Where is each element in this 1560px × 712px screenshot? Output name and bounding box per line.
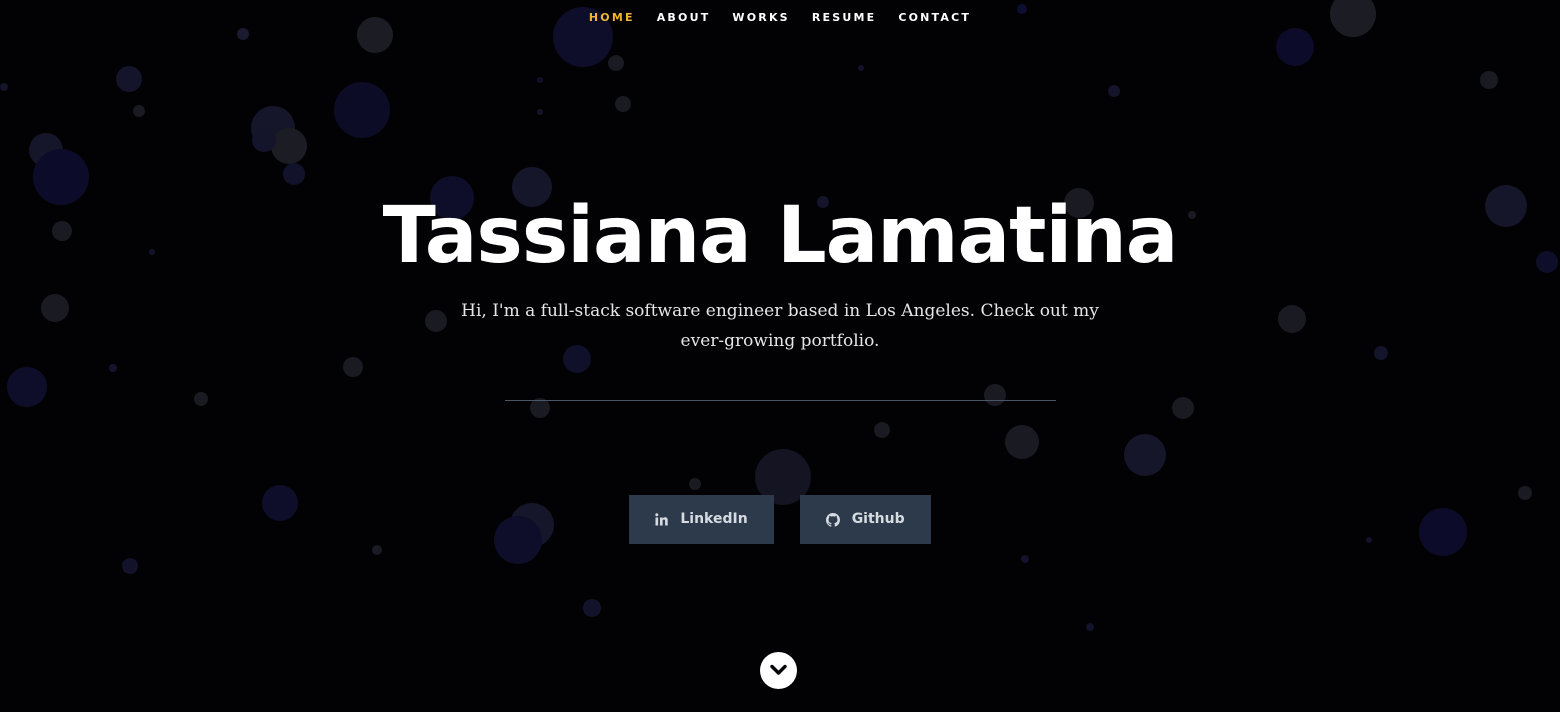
particle-dot [372, 545, 382, 555]
particle-dot [1005, 425, 1039, 459]
linkedin-label: LinkedIn [680, 511, 748, 527]
particle-dot [271, 128, 307, 164]
chevron-down-icon [770, 664, 787, 675]
particle-dot [689, 478, 701, 490]
particle-dot [122, 558, 138, 574]
github-icon [825, 495, 840, 544]
particle-dot [133, 105, 145, 117]
nav-contact[interactable]: CONTACT [898, 11, 971, 24]
particle-dot [530, 398, 550, 418]
scroll-down-button[interactable] [760, 652, 797, 689]
hero-section: Tassiana Lamatina Hi, I'm a full-stack s… [0, 190, 1560, 401]
particle-dot [608, 55, 624, 71]
main-nav: HOME ABOUT WORKS RESUME CONTACT [0, 11, 1560, 24]
nav-home[interactable]: HOME [589, 11, 635, 24]
particle-dot [858, 65, 864, 71]
particle-dot [0, 83, 8, 91]
linkedin-icon [655, 495, 669, 544]
hero-tagline: Hi, I'm a full-stack software engineer b… [461, 301, 1099, 351]
particle-dot [1276, 28, 1314, 66]
particle-dot [874, 422, 890, 438]
particle-dot [1480, 71, 1498, 89]
nav-resume[interactable]: RESUME [812, 11, 877, 24]
nav-about[interactable]: ABOUT [657, 11, 711, 24]
particle-dot [1124, 434, 1166, 476]
social-buttons: LinkedIn Github [0, 495, 1560, 544]
particle-dot [615, 96, 631, 112]
github-label: Github [851, 511, 905, 527]
particle-dot [583, 599, 601, 617]
particle-dot [537, 77, 543, 83]
particle-dot [283, 163, 305, 185]
particle-dot [1021, 555, 1029, 563]
github-button[interactable]: Github [799, 495, 931, 544]
hero-divider [504, 400, 1056, 401]
particle-dot [1108, 85, 1120, 97]
hero-name: Tassiana Lamatina [382, 191, 1179, 281]
nav-works[interactable]: WORKS [732, 11, 789, 24]
particle-dot [1086, 623, 1094, 631]
particle-dot [334, 82, 390, 138]
particle-dot [537, 109, 543, 115]
particle-dot [237, 28, 249, 40]
linkedin-button[interactable]: LinkedIn [629, 495, 774, 544]
particle-dot [252, 128, 276, 152]
particle-dot [116, 66, 142, 92]
